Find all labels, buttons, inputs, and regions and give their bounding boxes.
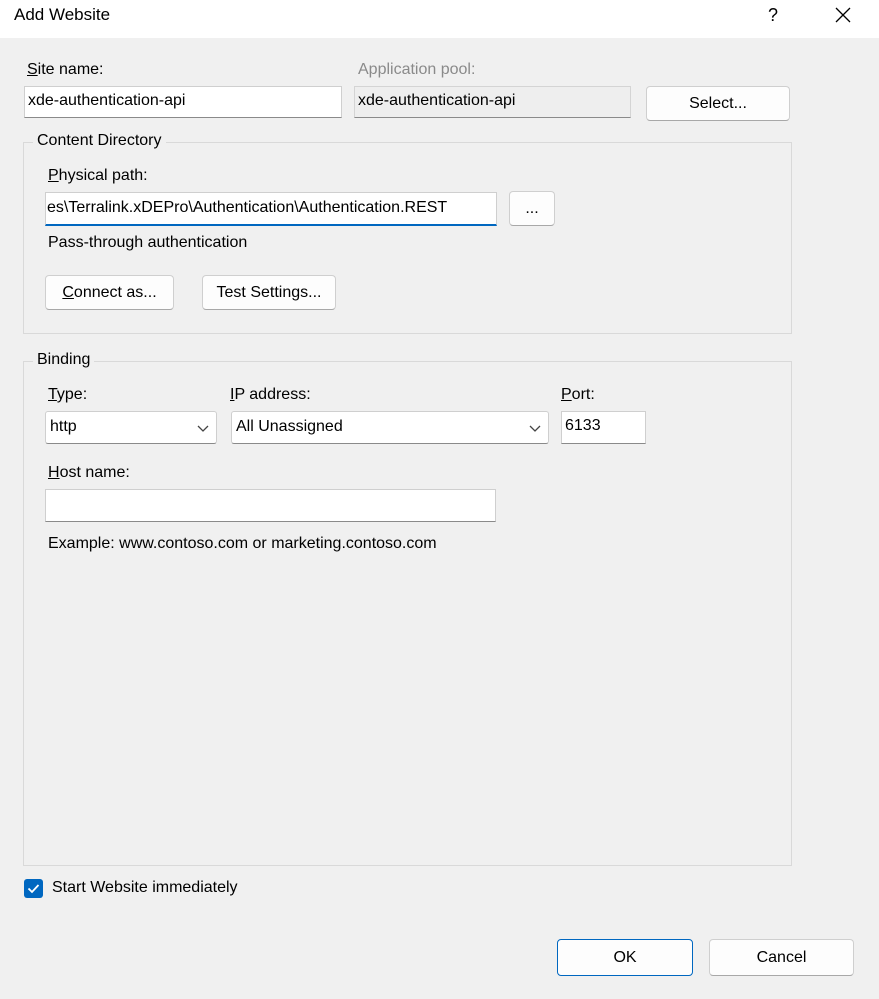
pass-through-auth-text: Pass-through authentication: [48, 234, 248, 251]
ip-address-label: IP address:: [230, 386, 311, 403]
select-pool-button[interactable]: Select...: [646, 86, 790, 121]
chevron-down-icon: [197, 425, 209, 432]
application-pool-label: Application pool:: [358, 61, 476, 78]
application-pool-field: xde-authentication-api: [354, 86, 631, 118]
browse-path-label: ...: [525, 200, 539, 217]
type-label: Type:: [48, 386, 88, 403]
type-select-value: http: [50, 418, 77, 435]
host-name-label: Host name:: [48, 464, 130, 481]
site-name-label: Site name:: [27, 61, 104, 78]
browse-path-button[interactable]: ...: [509, 191, 555, 226]
port-input[interactable]: 6133: [561, 411, 646, 444]
ip-address-select-value: All Unassigned: [236, 418, 343, 435]
help-button[interactable]: ?: [755, 0, 791, 30]
test-settings-label: Test Settings...: [216, 284, 322, 301]
ok-button[interactable]: OK: [557, 939, 693, 976]
ip-address-select[interactable]: All Unassigned: [231, 411, 549, 444]
cancel-label: Cancel: [756, 949, 807, 966]
host-name-input[interactable]: [45, 489, 496, 522]
site-name-input[interactable]: xde-authentication-api: [24, 86, 342, 118]
test-settings-button[interactable]: Test Settings...: [202, 275, 336, 310]
connect-as-button[interactable]: Connect as...: [45, 275, 174, 310]
physical-path-label: Physical path:: [48, 167, 148, 184]
cancel-button[interactable]: Cancel: [709, 939, 854, 976]
select-pool-label: Select...: [689, 95, 747, 112]
physical-path-input[interactable]: es\Terralink.xDEPro\Authentication\Authe…: [45, 192, 497, 226]
start-website-label[interactable]: Start Website immediately: [52, 879, 238, 897]
chevron-down-icon: [529, 425, 541, 432]
window-title: Add Website: [14, 5, 111, 24]
port-label: Port:: [561, 386, 595, 403]
type-select[interactable]: http: [45, 411, 217, 444]
close-icon: [835, 7, 851, 23]
checkmark-icon: [27, 884, 40, 894]
content-directory-title: Content Directory: [33, 132, 166, 150]
ok-label: OK: [613, 949, 637, 966]
start-website-checkbox[interactable]: [24, 879, 43, 898]
host-name-example: Example: www.contoso.com or marketing.co…: [48, 535, 437, 552]
connect-as-label: Connect as...: [62, 284, 157, 301]
binding-title: Binding: [33, 351, 95, 369]
close-button[interactable]: [820, 0, 866, 30]
title-bar: [0, 0, 879, 38]
